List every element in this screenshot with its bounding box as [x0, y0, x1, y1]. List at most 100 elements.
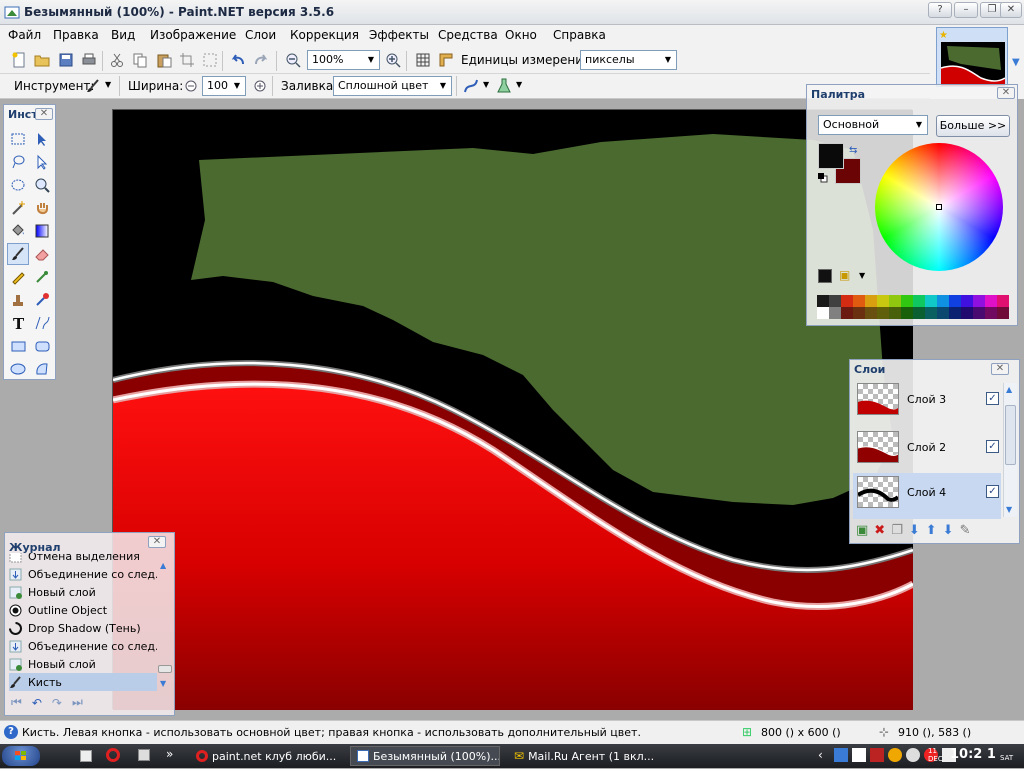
pan-tool-button[interactable]: [31, 197, 53, 219]
history-scrollbar[interactable]: ▲ ▼: [158, 557, 172, 691]
color-swatch[interactable]: [937, 295, 949, 307]
menu-adjustments[interactable]: Коррекция: [290, 28, 359, 42]
color-swatch[interactable]: [829, 295, 841, 307]
color-swatch[interactable]: [865, 295, 877, 307]
close-icon[interactable]: ✕: [991, 363, 1009, 375]
ruler-icon[interactable]: [437, 51, 455, 69]
chevron-down-icon[interactable]: ▼: [516, 80, 522, 89]
layer-visibility-checkbox[interactable]: ✓: [986, 440, 999, 453]
color-swatch[interactable]: [829, 307, 841, 319]
ellipse-tool-button[interactable]: [7, 358, 29, 380]
color-swatch[interactable]: [937, 307, 949, 319]
color-swatch[interactable]: [961, 307, 973, 319]
gradient-tool-button[interactable]: [31, 220, 53, 242]
menu-utilities[interactable]: Средства: [438, 28, 498, 42]
history-item[interactable]: Объединение со след...: [9, 565, 157, 583]
history-item[interactable]: Drop Shadow (Тень): [9, 619, 157, 637]
eraser-tool-button[interactable]: [31, 243, 53, 265]
color-swatch[interactable]: [889, 295, 901, 307]
rectangle-select-tool-button[interactable]: [7, 128, 29, 150]
open-file-icon[interactable]: [33, 51, 51, 69]
history-item[interactable]: Кисть: [9, 673, 157, 691]
reset-colors-icon[interactable]: [818, 173, 828, 183]
palette-mode-select[interactable]: Основной ▼: [818, 115, 928, 135]
color-swatch[interactable]: [925, 295, 937, 307]
grid-icon[interactable]: [414, 51, 432, 69]
thumbnail-scroll-down-icon[interactable]: ▼: [1012, 57, 1020, 68]
color-swatch[interactable]: [817, 295, 829, 307]
menu-file[interactable]: Файл: [8, 28, 41, 42]
close-button[interactable]: ✕: [1000, 2, 1022, 18]
color-swatch[interactable]: [925, 307, 937, 319]
more-button[interactable]: Больше >>: [936, 115, 1010, 137]
color-wheel-cursor[interactable]: [936, 204, 942, 210]
crop-icon[interactable]: [178, 51, 196, 69]
fast-forward-icon[interactable]: ⏭: [72, 695, 83, 710]
history-item[interactable]: Отмена выделения: [9, 553, 157, 565]
color-swatch[interactable]: [841, 295, 853, 307]
start-button[interactable]: [2, 746, 40, 766]
layer-item[interactable]: Слой 2 ✓: [853, 428, 1001, 474]
close-icon[interactable]: ✕: [148, 536, 166, 548]
quicklaunch-more-icon[interactable]: »: [166, 747, 173, 761]
units-select[interactable]: пикселы ▼: [580, 50, 677, 70]
history-scroll-thumb[interactable]: [158, 665, 172, 673]
zoom-tool-button[interactable]: [31, 174, 53, 196]
layer-visibility-checkbox[interactable]: ✓: [986, 485, 999, 498]
taskbar-item-active[interactable]: Безымянный (100%)...: [350, 746, 500, 766]
chevron-down-icon[interactable]: ▼: [483, 80, 489, 89]
color-swatch[interactable]: [973, 307, 985, 319]
history-item[interactable]: Объединение со след...: [9, 637, 157, 655]
layers-scroll-thumb[interactable]: [1005, 405, 1016, 465]
menu-effects[interactable]: Эффекты: [369, 28, 429, 42]
add-layer-icon[interactable]: ▣: [856, 523, 868, 538]
window-icon[interactable]: [138, 749, 150, 761]
close-icon[interactable]: ✕: [997, 87, 1015, 99]
recolor-tool-button[interactable]: [31, 289, 53, 311]
color-swatch[interactable]: [913, 295, 925, 307]
rounded-rectangle-tool-button[interactable]: [31, 335, 53, 357]
menu-layers[interactable]: Слои: [245, 28, 276, 42]
layer-item-selected[interactable]: Слой 4 ✓: [853, 473, 1001, 519]
tray-expand-icon[interactable]: ‹: [818, 748, 823, 762]
add-color-icon[interactable]: [818, 269, 832, 283]
agent-icon[interactable]: [906, 748, 920, 762]
clock-time[interactable]: 10:2 1: [950, 747, 996, 762]
messenger-icon[interactable]: [852, 748, 866, 762]
smiley-icon[interactable]: [888, 748, 902, 762]
rectangle-tool-button[interactable]: [7, 335, 29, 357]
color-swatch[interactable]: [985, 295, 997, 307]
color-swatch[interactable]: [853, 295, 865, 307]
delete-layer-icon[interactable]: ✖: [874, 523, 885, 538]
primary-color-swatch[interactable]: [818, 143, 844, 169]
freeform-shape-tool-button[interactable]: [31, 358, 53, 380]
minimize-button[interactable]: –: [954, 2, 978, 18]
paste-icon[interactable]: [155, 51, 173, 69]
chevron-down-icon[interactable]: ▼: [105, 80, 111, 89]
zoom-in-icon[interactable]: [384, 51, 402, 69]
color-swatch[interactable]: [877, 307, 889, 319]
decrease-width-icon[interactable]: [182, 77, 200, 95]
color-swatch[interactable]: [901, 295, 913, 307]
save-icon[interactable]: [57, 51, 75, 69]
print-icon[interactable]: [80, 51, 98, 69]
chevron-down-icon[interactable]: ▼: [859, 271, 865, 280]
move-layer-up-icon[interactable]: ⬆: [926, 523, 937, 538]
menu-image[interactable]: Изображение: [150, 28, 236, 42]
color-wheel[interactable]: [875, 143, 1003, 271]
increase-width-icon[interactable]: [251, 77, 269, 95]
color-swatch[interactable]: [997, 295, 1009, 307]
lasso-select-tool-button[interactable]: [7, 151, 29, 173]
image-canvas[interactable]: [112, 109, 915, 710]
redo-icon[interactable]: ↷: [52, 696, 62, 710]
history-item[interactable]: Новый слой: [9, 655, 157, 673]
swap-colors-icon[interactable]: ⇆: [849, 145, 857, 156]
undo-icon[interactable]: ↶: [32, 696, 42, 710]
clone-stamp-tool-button[interactable]: [7, 289, 29, 311]
move-layer-down-icon[interactable]: ⬇: [943, 523, 954, 538]
color-swatch[interactable]: [985, 307, 997, 319]
color-swatch[interactable]: [913, 307, 925, 319]
brush-icon[interactable]: [84, 77, 102, 95]
history-item[interactable]: Outline Object: [9, 601, 157, 619]
taskbar-item[interactable]: paint.net клуб люби...: [190, 746, 340, 766]
